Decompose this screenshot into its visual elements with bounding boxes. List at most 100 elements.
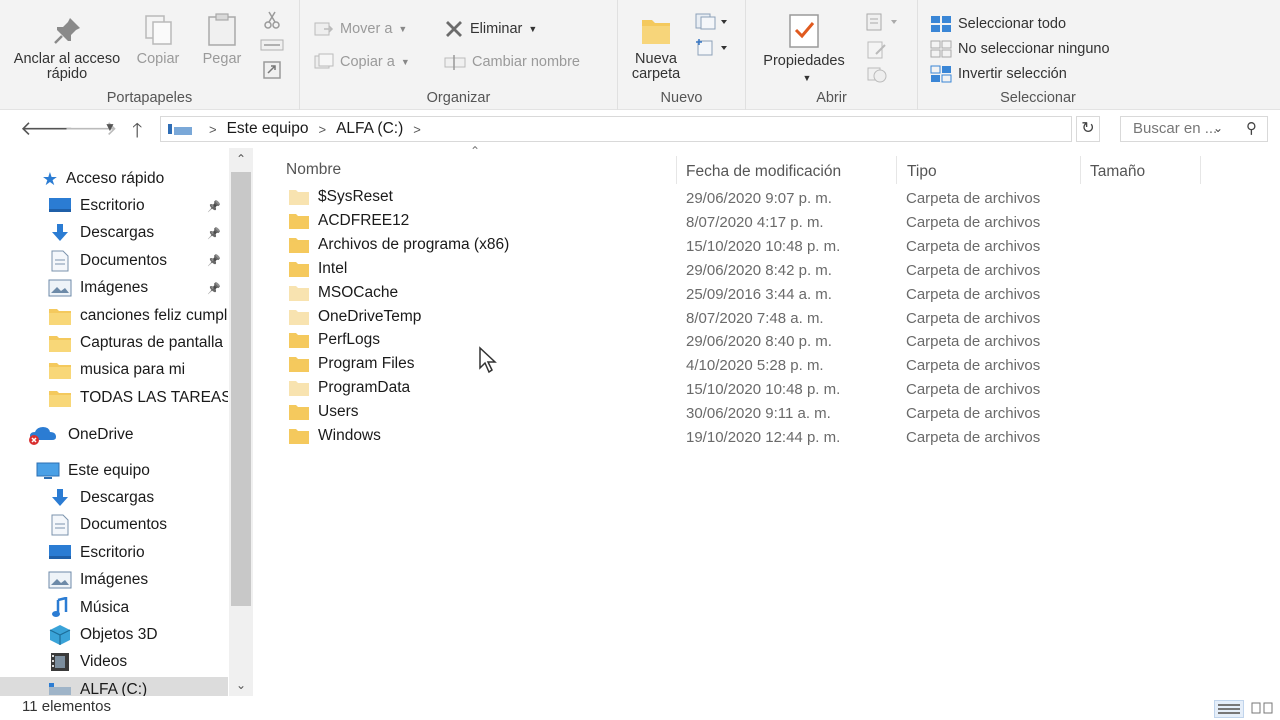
sidebar-item-quick-6[interactable]: musica para mi bbox=[0, 357, 228, 383]
table-row[interactable]: PerfLogs 29/06/2020 8:40 p. m. Carpeta de … bbox=[278, 329, 1078, 353]
file-name[interactable]: Users bbox=[318, 403, 358, 421]
rename-button[interactable]: Cambiar nombre bbox=[444, 53, 580, 71]
sidebar-item-pc-6[interactable]: Videos bbox=[0, 649, 228, 675]
sidebar-item-quick-2[interactable]: Documentos 📌 bbox=[0, 248, 228, 274]
group-label-abrir: Abrir bbox=[816, 90, 847, 106]
table-row[interactable]: Users 30/06/2020 9:11 a. m. Carpeta de arc… bbox=[278, 401, 1078, 425]
file-name[interactable]: ACDFREE12 bbox=[318, 212, 409, 230]
pin-icon[interactable]: 📌 bbox=[207, 200, 221, 213]
table-row[interactable]: MSOCache 25/09/2016 3:44 a. m. Carpeta de … bbox=[278, 282, 1078, 306]
table-row[interactable]: OneDriveTemp 8/07/2020 7:48 a. m. Carpeta … bbox=[278, 306, 1078, 330]
pin-icon[interactable]: 📌 bbox=[207, 227, 221, 240]
address-bar[interactable]: > Este equipo > ALFA (C:) > ⌄ bbox=[160, 116, 1223, 142]
pin-icon[interactable]: 📌 bbox=[207, 282, 221, 295]
sidebar-item-pc-0[interactable]: Descargas bbox=[0, 485, 228, 511]
file-name[interactable]: ProgramData bbox=[318, 379, 410, 397]
file-name[interactable]: OneDriveTemp bbox=[318, 308, 421, 326]
easy-access-icon[interactable] bbox=[694, 38, 730, 58]
recent-locations-icon[interactable]: ▼ bbox=[104, 120, 116, 134]
paste-button[interactable]: Pegar bbox=[194, 12, 250, 67]
table-row[interactable]: Archivos de programa (x86) 15/10/2020 10:… bbox=[278, 234, 1078, 258]
paste-shortcut-icon[interactable] bbox=[262, 60, 282, 80]
column-divider[interactable] bbox=[676, 156, 677, 184]
up-button[interactable]: 🡑 bbox=[132, 116, 142, 150]
file-name[interactable]: PerfLogs bbox=[318, 331, 380, 349]
copy-path-icon[interactable] bbox=[260, 38, 284, 52]
sidebar-item-pc-5[interactable]: Objetos 3D bbox=[0, 622, 228, 648]
pin-icon[interactable]: 📌 bbox=[207, 254, 221, 267]
breadcrumb-este-equipo[interactable]: Este equipo bbox=[227, 120, 309, 138]
sidebar-item-quick-access[interactable]: ★ Acceso rápido bbox=[0, 166, 228, 192]
file-name[interactable]: Intel bbox=[318, 260, 347, 278]
group-label-nuevo: Nuevo bbox=[660, 90, 703, 106]
new-item-icon[interactable] bbox=[694, 12, 730, 32]
file-type: Carpeta de archivos bbox=[906, 190, 1041, 207]
sidebar-item-pc-3[interactable]: Imágenes bbox=[0, 567, 228, 593]
move-to-button[interactable]: Mover a ▼ bbox=[314, 20, 407, 38]
column-header-type[interactable]: Tipo bbox=[907, 158, 937, 186]
file-type: Carpeta de archivos bbox=[906, 333, 1041, 351]
table-row[interactable]: $SysReset 29/06/2020 9:07 p. m. Carpeta de… bbox=[278, 186, 1078, 210]
select-none-button[interactable]: No seleccionar ninguno bbox=[930, 40, 1110, 58]
document-icon bbox=[48, 514, 72, 536]
file-name[interactable]: MSOCache bbox=[318, 284, 398, 302]
select-all-button[interactable]: Seleccionar todo bbox=[930, 15, 1066, 33]
column-divider[interactable] bbox=[1080, 156, 1081, 184]
copy-to-button[interactable]: Copiar a ▼ bbox=[314, 53, 410, 71]
sidebar-item-onedrive[interactable]: OneDrive bbox=[0, 422, 228, 448]
open-icon[interactable] bbox=[864, 12, 904, 32]
invert-selection-button[interactable]: Invertir selección bbox=[930, 65, 1067, 83]
copy-button[interactable]: Copiar bbox=[128, 12, 188, 67]
history-icon[interactable] bbox=[866, 64, 888, 84]
table-row[interactable]: ProgramData 15/10/2020 10:48 p. m. Carpeta… bbox=[278, 377, 1078, 401]
edit-icon[interactable] bbox=[866, 40, 888, 60]
document-icon bbox=[48, 250, 72, 272]
breadcrumb-alfa-drive[interactable]: ALFA (C:) bbox=[336, 120, 403, 138]
file-name[interactable]: Archivos de programa (x86) bbox=[318, 236, 509, 254]
file-name[interactable]: Windows bbox=[318, 427, 381, 445]
refresh-button[interactable]: ↻ bbox=[1076, 116, 1100, 142]
scroll-down-icon[interactable]: ⌄ bbox=[229, 674, 253, 696]
sidebar-item-quick-3[interactable]: Imágenes 📌 bbox=[0, 275, 228, 301]
details-view-button[interactable] bbox=[1214, 700, 1244, 718]
table-row[interactable]: ACDFREE12 8/07/2020 4:17 p. m. Carpeta de … bbox=[278, 210, 1078, 234]
column-divider[interactable] bbox=[1200, 156, 1201, 184]
large-icons-view-button[interactable] bbox=[1248, 700, 1278, 718]
rename-icon bbox=[444, 55, 466, 70]
new-folder-button[interactable]: Nueva carpeta bbox=[622, 12, 690, 82]
file-name[interactable]: $SysReset bbox=[318, 188, 393, 206]
pin-icon bbox=[54, 18, 80, 44]
column-header-name[interactable]: Nombre bbox=[286, 156, 666, 184]
sidebar-item-this-pc[interactable]: Este equipo bbox=[0, 458, 228, 484]
sidebar-item-pc-7[interactable]: ALFA (C:) bbox=[0, 676, 228, 696]
breadcrumb-chevron-icon[interactable]: > bbox=[413, 122, 421, 137]
cut-icon[interactable] bbox=[262, 10, 282, 30]
sidebar-item-pc-4[interactable]: Música bbox=[0, 595, 228, 621]
column-divider[interactable] bbox=[896, 156, 897, 184]
sidebar-item-quick-5[interactable]: Capturas de pantalla bbox=[0, 330, 228, 356]
sidebar-item-pc-1[interactable]: Documentos bbox=[0, 512, 228, 538]
new-folder-icon bbox=[642, 20, 670, 44]
sidebar-item-label: Escritorio bbox=[80, 197, 145, 214]
sidebar-item-quick-1[interactable]: Descargas 📌 bbox=[0, 220, 228, 246]
sidebar-item-quick-4[interactable]: canciones feliz cumple bbox=[0, 303, 228, 329]
search-input[interactable]: Buscar en ... ⚲ bbox=[1120, 116, 1268, 142]
file-name[interactable]: Program Files bbox=[318, 355, 414, 373]
sidebar-item-quick-0[interactable]: Escritorio 📌 bbox=[0, 193, 228, 219]
table-row[interactable]: Program Files 4/10/2020 5:28 p. m. Carpeta… bbox=[278, 353, 1078, 377]
scroll-up-icon[interactable]: ⌃ bbox=[229, 148, 253, 170]
sidebar-item-pc-2[interactable]: Escritorio bbox=[0, 540, 228, 566]
table-row[interactable]: Windows 19/10/2020 12:44 p. m. Carpeta de … bbox=[278, 425, 1078, 449]
table-row[interactable]: Intel 29/06/2020 8:42 p. m. Carpeta de arc… bbox=[278, 258, 1078, 282]
sidebar-item-quick-7[interactable]: TODAS LAS TAREAS bbox=[0, 385, 228, 411]
pin-quick-access-button[interactable]: Anclar al acceso rápido bbox=[8, 14, 126, 82]
column-header-modified[interactable]: Fecha de modificación bbox=[686, 158, 841, 186]
delete-button[interactable]: Eliminar ▼ bbox=[444, 20, 537, 38]
properties-button[interactable]: Propiedades ▼ bbox=[752, 12, 856, 86]
scroll-thumb[interactable] bbox=[231, 172, 251, 606]
column-header-size[interactable]: Tamaño bbox=[1090, 158, 1145, 186]
file-modified: 19/10/2020 12:44 p. m. bbox=[686, 429, 841, 446]
file-modified: 8/07/2020 7:48 a. m. bbox=[686, 309, 824, 327]
sidebar-scrollbar[interactable]: ⌃ ⌄ bbox=[229, 148, 253, 696]
video-icon bbox=[48, 652, 72, 672]
